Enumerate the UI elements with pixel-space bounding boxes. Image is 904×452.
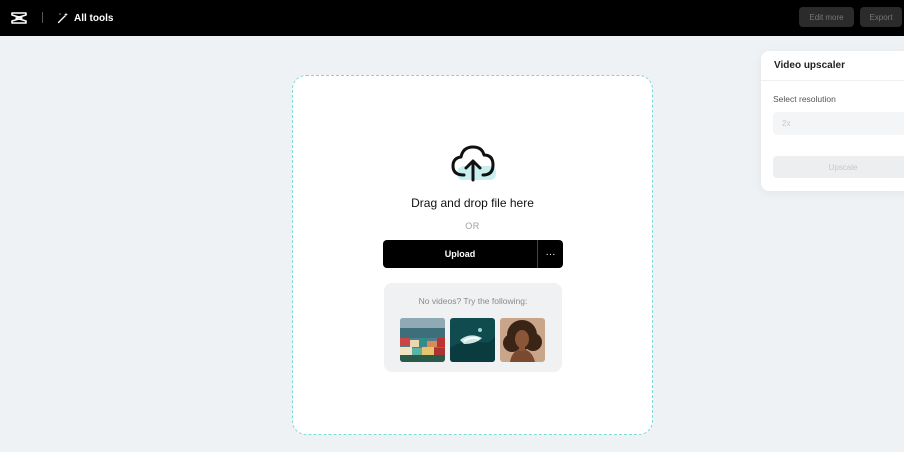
more-options-button[interactable]: ···: [538, 240, 563, 268]
header-divider: [42, 12, 43, 23]
upload-button[interactable]: Upload: [383, 240, 537, 268]
top-bar: All tools Edit more Export: [0, 0, 904, 36]
all-tools-label: All tools: [74, 12, 114, 24]
resolution-select[interactable]: 2x: [773, 112, 904, 135]
resolution-value: 2x: [782, 119, 791, 128]
cloud-upload-icon: [449, 142, 499, 186]
samples-label: No videos? Try the following:: [418, 296, 528, 306]
edit-more-button[interactable]: Edit more: [799, 7, 854, 27]
or-separator-text: OR: [465, 221, 480, 231]
upload-dropzone[interactable]: Drag and drop file here OR Upload ··· No…: [292, 75, 653, 435]
sample-thumbnail-portrait[interactable]: [500, 318, 545, 362]
resolution-label: Select resolution: [773, 94, 836, 104]
more-dots-icon: ···: [545, 248, 556, 260]
sample-videos-box: No videos? Try the following:: [384, 283, 562, 372]
magic-wand-icon: [57, 12, 68, 24]
panel-divider: [761, 80, 904, 81]
sample-thumbnail-ocean-aerial[interactable]: [450, 318, 495, 362]
capcut-logo-icon[interactable]: [11, 10, 27, 26]
export-button[interactable]: Export: [860, 7, 902, 27]
drag-drop-text: Drag and drop file here: [411, 196, 534, 210]
panel-title: Video upscaler: [774, 60, 845, 71]
upscale-button[interactable]: Upscale: [773, 156, 904, 178]
sample-thumbnail-coastal-town[interactable]: [400, 318, 445, 362]
all-tools-button[interactable]: All tools: [57, 10, 113, 26]
upload-button-group: Upload ···: [383, 240, 563, 268]
video-upscaler-panel: Video upscaler Select resolution 2x Upsc…: [761, 51, 904, 191]
